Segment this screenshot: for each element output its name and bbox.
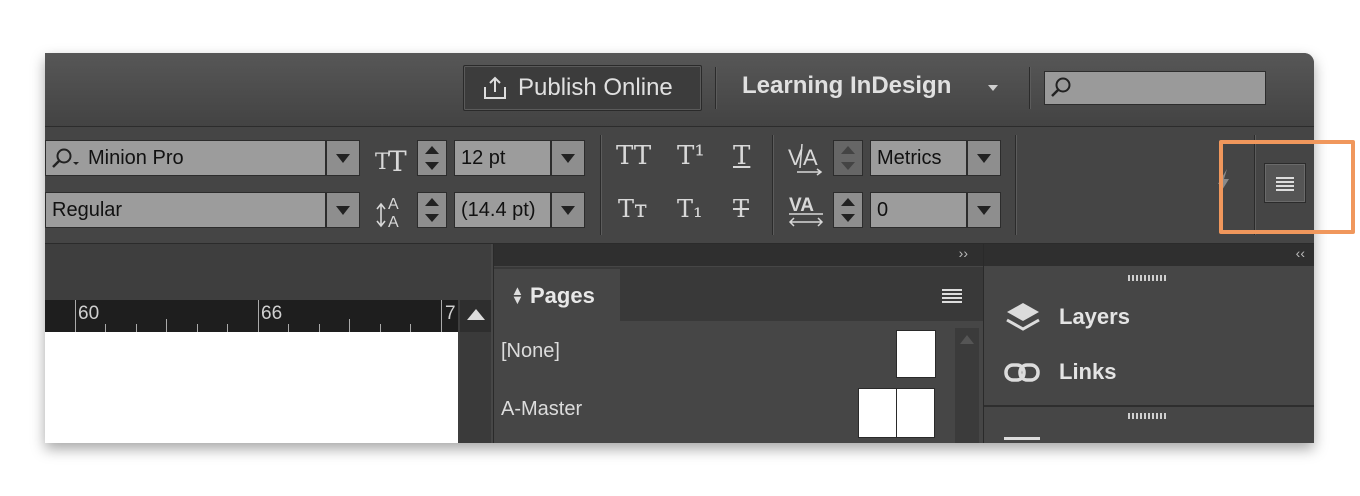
leading-field[interactable]: (14.4 pt) bbox=[454, 192, 551, 228]
tracking-icon: VA bbox=[788, 195, 824, 227]
indesign-window: Publish Online Learning InDesign Minion … bbox=[45, 53, 1314, 443]
leading-stepper[interactable] bbox=[417, 192, 447, 228]
links-icon bbox=[1004, 363, 1040, 382]
font-size-dropdown[interactable] bbox=[551, 140, 585, 176]
superscript-button[interactable]: T¹ bbox=[677, 141, 705, 171]
font-size-value: 12 pt bbox=[461, 147, 506, 169]
kerning-field[interactable]: Metrics bbox=[870, 140, 967, 176]
scroll-up-arrow-icon[interactable] bbox=[460, 300, 491, 332]
svg-text:VA: VA bbox=[789, 195, 814, 216]
highlight-box bbox=[1219, 140, 1355, 234]
list-item[interactable]: A-Master bbox=[501, 398, 582, 421]
divider bbox=[1029, 67, 1030, 109]
publish-online-label: Publish Online bbox=[518, 74, 673, 101]
font-family-dropdown[interactable] bbox=[326, 140, 360, 176]
divider bbox=[984, 405, 1314, 407]
ruler-label: 66 bbox=[261, 303, 283, 324]
kerning-dropdown[interactable] bbox=[967, 140, 1001, 176]
tracking-field[interactable]: 0 bbox=[870, 192, 967, 228]
page-thumbnail[interactable] bbox=[858, 388, 897, 438]
panel-item-layers[interactable]: Layers bbox=[1059, 304, 1130, 330]
divider bbox=[600, 135, 601, 235]
right-panel-dock: ‹‹ Layers Links bbox=[983, 244, 1314, 443]
double-chevron-left-icon[interactable]: ‹‹ bbox=[1296, 245, 1305, 261]
application-bar: Publish Online Learning InDesign bbox=[45, 53, 1314, 127]
divider bbox=[772, 135, 773, 235]
svg-text:T: T bbox=[388, 145, 407, 175]
document-area: 60 66 7 bbox=[45, 244, 491, 443]
search-icon bbox=[52, 148, 79, 168]
layers-icon bbox=[1006, 303, 1040, 331]
panel-collapse-bar[interactable]: ‹‹ bbox=[984, 244, 1314, 266]
small-caps-button[interactable]: Tт bbox=[618, 195, 647, 223]
svg-text:A: A bbox=[388, 214, 399, 231]
font-size-stepper[interactable] bbox=[417, 140, 447, 176]
kerning-icon: V A bbox=[788, 143, 823, 176]
panel-collapse-bar[interactable]: ›› bbox=[494, 244, 984, 266]
tracking-dropdown[interactable] bbox=[967, 192, 1001, 228]
search-icon bbox=[1051, 77, 1071, 97]
pages-panel: ›› ▲ ▼ Pages [None] A-Master bbox=[493, 244, 984, 443]
tab-pages[interactable]: ▲ ▼ Pages bbox=[494, 269, 620, 323]
vertical-scrollbar[interactable] bbox=[460, 332, 491, 443]
search-input[interactable] bbox=[1044, 71, 1266, 105]
font-style-value: Regular bbox=[52, 199, 123, 221]
expand-collapse-icon[interactable]: ▲ ▼ bbox=[511, 284, 524, 306]
panel-icon bbox=[1004, 437, 1040, 440]
leading-value: (14.4 pt) bbox=[461, 199, 536, 221]
page-thumbnail[interactable] bbox=[896, 330, 936, 378]
workspace-switcher[interactable]: Learning InDesign bbox=[742, 72, 951, 100]
panel-item-links[interactable]: Links bbox=[1059, 359, 1116, 385]
leading-icon: A A bbox=[376, 196, 399, 231]
kerning-stepper[interactable] bbox=[833, 140, 863, 176]
panel-tab-row: ▲ ▼ Pages bbox=[494, 267, 984, 323]
tracking-stepper[interactable] bbox=[833, 192, 863, 228]
ruler-label: 7 bbox=[445, 303, 456, 324]
font-family-value: Minion Pro bbox=[88, 147, 184, 169]
drag-handle[interactable] bbox=[1128, 413, 1168, 419]
leading-dropdown[interactable] bbox=[551, 192, 585, 228]
svg-text:A: A bbox=[803, 145, 818, 170]
font-style-field[interactable]: Regular bbox=[45, 192, 326, 228]
control-panel: Minion Pro Regular T T 12 pt A A (14.4 p… bbox=[45, 127, 1314, 244]
page-canvas[interactable] bbox=[45, 332, 458, 443]
divider bbox=[1015, 135, 1016, 235]
font-size-field[interactable]: 12 pt bbox=[454, 140, 551, 176]
ruler-label: 60 bbox=[78, 303, 100, 324]
svg-text:A: A bbox=[388, 196, 399, 213]
list-item[interactable]: [None] bbox=[501, 340, 560, 363]
kerning-value: Metrics bbox=[877, 147, 942, 169]
drag-handle[interactable] bbox=[1128, 275, 1168, 281]
divider bbox=[715, 67, 716, 109]
font-size-icon: T T bbox=[375, 145, 407, 175]
strikethrough-button[interactable]: T bbox=[733, 195, 749, 223]
tab-pages-label: Pages bbox=[530, 283, 595, 308]
all-caps-button[interactable]: TT bbox=[616, 141, 651, 171]
horizontal-ruler[interactable]: 60 66 7 bbox=[45, 300, 458, 332]
underline-button[interactable]: T bbox=[733, 141, 750, 171]
double-chevron-right-icon[interactable]: ›› bbox=[959, 245, 968, 261]
publish-icon bbox=[484, 76, 506, 99]
page-thumbnail[interactable] bbox=[896, 388, 935, 438]
panel-menu-icon[interactable] bbox=[942, 289, 962, 305]
publish-online-button[interactable]: Publish Online bbox=[463, 65, 702, 111]
font-style-dropdown[interactable] bbox=[326, 192, 360, 228]
vertical-scrollbar[interactable] bbox=[955, 328, 979, 443]
chevron-down-icon[interactable] bbox=[988, 85, 998, 91]
tracking-value: 0 bbox=[877, 199, 889, 221]
font-family-field[interactable]: Minion Pro bbox=[45, 140, 326, 176]
subscript-button[interactable]: T₁ bbox=[677, 195, 703, 223]
